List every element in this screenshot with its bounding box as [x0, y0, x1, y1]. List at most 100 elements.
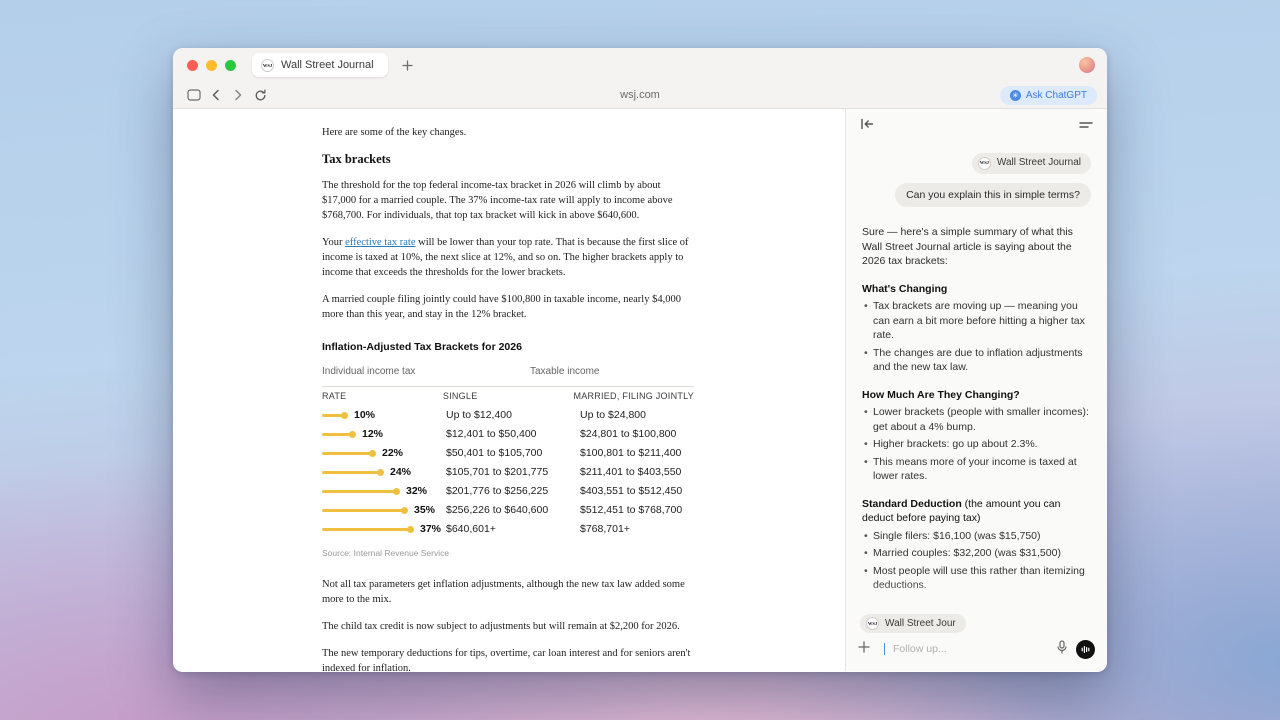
chat-bullet: Married couples: $32,200 (was $31,500) [862, 546, 1091, 561]
voice-mode-button[interactable] [1076, 640, 1095, 659]
chat-bullet: Tax brackets are moving up — meaning you… [862, 299, 1091, 343]
forward-button[interactable] [227, 85, 249, 105]
married-value: $768,701+ [580, 522, 694, 537]
married-value: $211,401 to $403,550 [580, 465, 694, 480]
close-button[interactable] [187, 60, 198, 71]
chat-menu-button[interactable] [1079, 117, 1093, 135]
chat-section-heading: Standard Deduction (the amount you can d… [862, 497, 1091, 526]
table-row: 35% $256,226 to $640,600 $512,451 to $76… [322, 501, 694, 520]
wsj-favicon-icon: WSJ [866, 617, 879, 630]
plus-icon [858, 641, 870, 653]
ask-chatgpt-label: Ask ChatGPT [1026, 90, 1087, 101]
chat-bullet: Higher brackets: go up about 2.3%. [862, 437, 1091, 452]
reload-icon [254, 89, 267, 102]
browser-window: WSJ Wall Street Journal wsj.com [173, 48, 1107, 672]
window-controls [187, 60, 236, 71]
chat-context-row: WSJ Wall Street Journal [846, 608, 1107, 633]
minimize-button[interactable] [206, 60, 217, 71]
dictate-button[interactable] [1056, 640, 1068, 659]
add-attachment-button[interactable] [858, 640, 870, 658]
single-value: $50,401 to $105,700 [446, 446, 580, 461]
collapse-panel-button[interactable] [860, 117, 874, 135]
follow-up-input[interactable] [893, 643, 1048, 655]
rate-label: 24% [390, 465, 411, 480]
content-area: Here are some of the key changes. Tax br… [173, 109, 1107, 671]
article-paragraph: Your effective tax rate will be lower th… [322, 235, 694, 280]
heading-bold: Standard Deduction [862, 498, 962, 510]
article-paragraph: The child tax credit is now subject to a… [322, 619, 694, 634]
chart-group-labels: Individual income tax Taxable income [322, 364, 694, 379]
reload-button[interactable] [249, 85, 271, 105]
chatgpt-logo-icon: ✳ [1010, 90, 1021, 101]
sidebar-toggle-button[interactable] [183, 85, 205, 105]
back-button[interactable] [205, 85, 227, 105]
context-chip-label: Wall Street Journal [885, 618, 956, 629]
source-chip[interactable]: WSJ Wall Street Journal [972, 153, 1091, 174]
chat-bullet: Lower brackets (people with smaller inco… [862, 405, 1091, 434]
chart-title: Inflation-Adjusted Tax Brackets for 2026 [322, 340, 694, 355]
rate-bar [322, 414, 344, 417]
chat-section-heading: How Much Are They Changing? [862, 388, 1091, 403]
rate-bar [322, 528, 410, 531]
article-intro: Here are some of the key changes. [322, 125, 694, 140]
waveform-icon [1081, 645, 1090, 654]
sidebar-icon [187, 89, 201, 101]
heading-bold: What's Changing [862, 283, 947, 295]
chat-bullet: Single filers: $16,100 (was $15,750) [862, 529, 1091, 544]
plus-icon [402, 60, 413, 71]
rate-label: 32% [406, 484, 427, 499]
chatgpt-sidebar: WSJ Wall Street Journal Can you explain … [845, 109, 1107, 671]
single-value: $105,701 to $201,775 [446, 465, 580, 480]
chart-header-row: RATE SINGLE MARRIED, FILING JOINTLY [322, 386, 694, 406]
browser-tab-wsj[interactable]: WSJ Wall Street Journal [252, 53, 388, 77]
zoom-button[interactable] [225, 60, 236, 71]
heading-bold: How Much Are They Changing? [862, 389, 1020, 401]
col-header-rate: RATE [322, 389, 443, 404]
rate-bar [322, 490, 396, 493]
ask-chatgpt-button[interactable]: ✳ Ask ChatGPT [1000, 86, 1097, 105]
browser-toolbar: wsj.com ✳ Ask ChatGPT [173, 82, 1107, 109]
collapse-panel-icon [860, 118, 874, 130]
user-message: Can you explain this in simple terms? [862, 183, 1091, 208]
wsj-favicon-icon: WSJ [261, 59, 274, 72]
wsj-favicon-icon: WSJ [978, 157, 991, 170]
menu-icon [1079, 120, 1093, 130]
profile-avatar[interactable] [1079, 57, 1095, 73]
text-cursor [884, 643, 885, 655]
married-value: $512,451 to $768,700 [580, 503, 694, 518]
col-header-married: MARRIED, FILING JOINTLY [573, 389, 694, 404]
article-heading-tax-brackets: Tax brackets [322, 152, 694, 167]
table-row: 22% $50,401 to $105,700 $100,801 to $211… [322, 444, 694, 463]
married-value: $24,801 to $100,800 [580, 427, 694, 442]
chat-bullet: This means more of your income is taxed … [862, 455, 1091, 484]
married-value: $403,551 to $512,450 [580, 484, 694, 499]
rate-label: 35% [414, 503, 435, 518]
effective-tax-rate-link[interactable]: effective tax rate [345, 237, 415, 248]
single-value: $201,776 to $256,225 [446, 484, 580, 499]
chat-panel-header [846, 109, 1107, 143]
new-tab-button[interactable] [402, 60, 413, 71]
microphone-icon [1056, 640, 1068, 654]
chat-section-heading: Estate and Gift Taxes [862, 606, 1091, 609]
back-icon [210, 89, 222, 101]
heading-bold: Estate and Gift Taxes [862, 607, 968, 609]
assistant-intro: Sure — here's a simple summary of what t… [862, 225, 1091, 269]
rate-bar [322, 509, 404, 512]
married-value: $100,801 to $211,400 [580, 446, 694, 461]
chat-messages: WSJ Wall Street Journal Can you explain … [846, 143, 1107, 608]
single-value: Up to $12,400 [446, 408, 580, 423]
article-paragraph: The new temporary deductions for tips, o… [322, 646, 694, 671]
chat-bullet: The changes are due to inflation adjustm… [862, 346, 1091, 375]
article-paragraph: A married couple filing jointly could ha… [322, 292, 694, 322]
article-pane: Here are some of the key changes. Tax br… [173, 109, 845, 671]
chat-section-heading: What's Changing [862, 282, 1091, 297]
forward-icon [232, 89, 244, 101]
rate-label: 10% [354, 408, 375, 423]
table-row: 10% Up to $12,400 Up to $24,800 [322, 406, 694, 425]
address-url[interactable]: wsj.com [173, 89, 1107, 101]
group-label-right: Taxable income [530, 364, 599, 379]
table-row: 12% $12,401 to $50,400 $24,801 to $100,8… [322, 425, 694, 444]
context-source-chip[interactable]: WSJ Wall Street Journal [860, 614, 966, 633]
rate-label: 12% [362, 427, 383, 442]
single-value: $256,226 to $640,600 [446, 503, 580, 518]
